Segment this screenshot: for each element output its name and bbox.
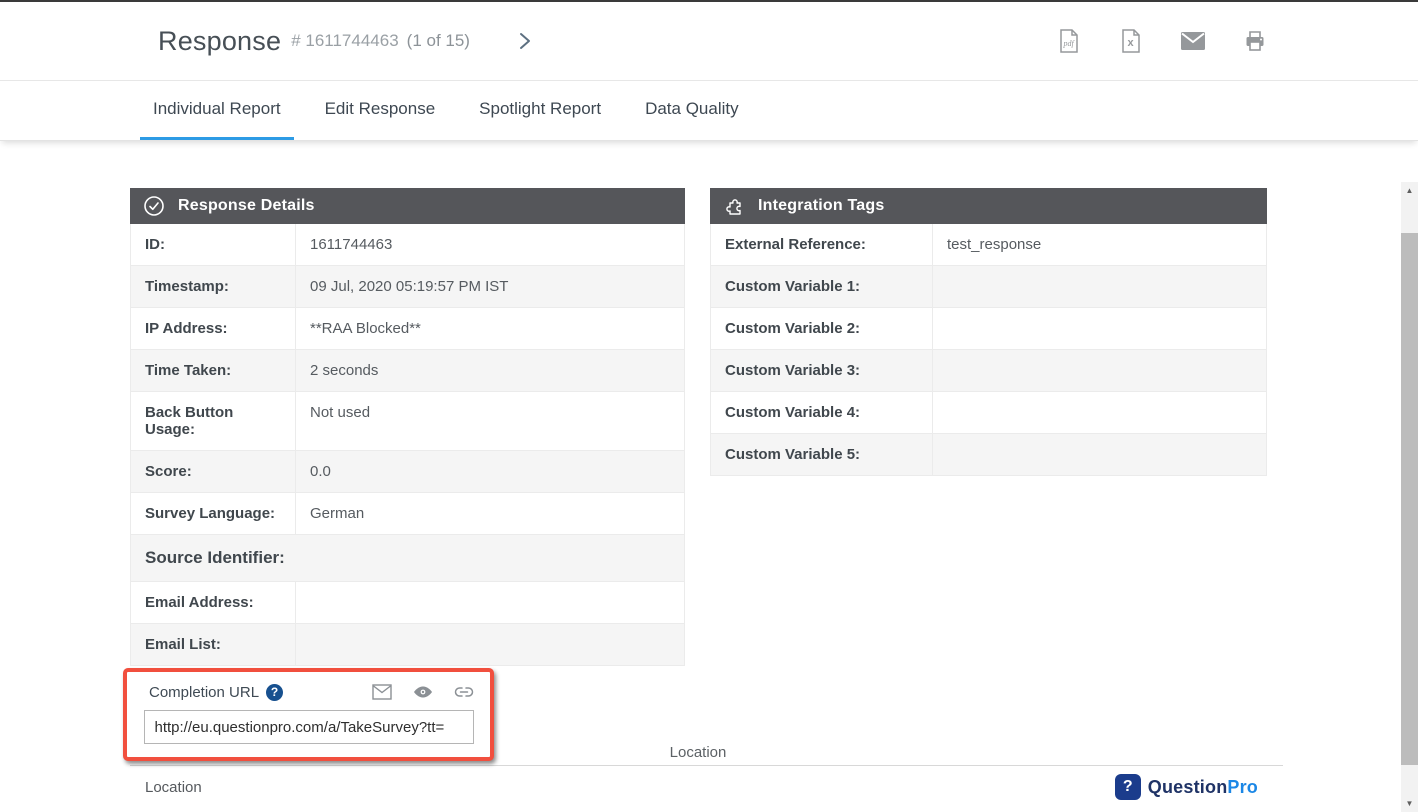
help-icon[interactable]: ?: [266, 684, 283, 701]
row-label: Score:: [131, 451, 296, 492]
row-label: IP Address:: [131, 308, 296, 349]
tab[interactable]: Data Quality: [632, 81, 752, 140]
row-value: [933, 350, 1266, 391]
brand-pro: Pro: [1227, 777, 1258, 797]
row-label: Custom Variable 3:: [711, 350, 933, 391]
row-label: Survey Language:: [131, 493, 296, 534]
table-row: Custom Variable 1:: [711, 266, 1266, 308]
export-excel-icon[interactable]: x: [1118, 28, 1144, 54]
row-label: Custom Variable 1:: [711, 266, 933, 307]
row-label: Back Button Usage:: [131, 392, 296, 450]
table-row: Timestamp: 09 Jul, 2020 05:19:57 PM IST: [131, 266, 684, 308]
row-value: German: [296, 493, 684, 534]
questionpro-mark-icon: ?: [1115, 774, 1141, 800]
table-row: Email List:: [131, 624, 684, 665]
integration-tags-card: Integration Tags External Reference: tes…: [710, 188, 1267, 476]
integration-tags-table: External Reference: test_response Custom…: [710, 224, 1267, 476]
scroll-down-button[interactable]: ▼: [1401, 795, 1418, 812]
row-value: [933, 266, 1266, 307]
table-row: Source Identifier:: [131, 535, 684, 582]
table-row: Custom Variable 3:: [711, 350, 1266, 392]
vertical-scrollbar: ▲ ▼: [1401, 182, 1418, 812]
report-tabbar: Individual Report Edit Response Spotligh…: [0, 81, 1418, 141]
table-row: ID: 1611744463: [131, 224, 684, 266]
row-label: Source Identifier:: [131, 535, 684, 581]
row-label: Custom Variable 4:: [711, 392, 933, 433]
row-label: Email Address:: [131, 582, 296, 623]
row-value: 0.0: [296, 451, 684, 492]
row-label: Custom Variable 2:: [711, 308, 933, 349]
brand-question: Question: [1148, 777, 1228, 797]
tab[interactable]: Individual Report: [140, 81, 294, 140]
tab-label: Edit Response: [325, 99, 436, 119]
table-row: Survey Language: German: [131, 493, 684, 535]
check-circle-icon: [143, 195, 165, 217]
email-icon[interactable]: [1180, 28, 1206, 54]
tab[interactable]: Edit Response: [312, 81, 449, 140]
tabs-container: Individual Report Edit Response Spotligh…: [140, 81, 752, 140]
export-pdf-icon[interactable]: pdf: [1056, 28, 1082, 54]
row-label: ID:: [131, 224, 296, 265]
row-label: Timestamp:: [131, 266, 296, 307]
completion-url-label: Completion URL: [149, 684, 259, 701]
section-divider: [130, 765, 1283, 766]
page-header: Response # 1611744463 (1 of 15) pdf x: [0, 2, 1418, 81]
copy-link-icon[interactable]: [454, 682, 474, 702]
scroll-up-button[interactable]: ▲: [1401, 182, 1418, 199]
response-details-card: Response Details ID: 1611744463 Timestam…: [130, 188, 685, 666]
table-row: Time Taken: 2 seconds: [131, 350, 684, 392]
table-row: Custom Variable 2:: [711, 308, 1266, 350]
svg-text:x: x: [1128, 37, 1135, 49]
row-label: External Reference:: [711, 224, 933, 265]
completion-url-input[interactable]: [144, 710, 474, 744]
chevron-right-icon: [518, 31, 532, 51]
row-label: Email List:: [131, 624, 296, 665]
preview-eye-icon[interactable]: [413, 682, 433, 702]
response-id: # 1611744463: [291, 31, 398, 51]
row-value: [933, 392, 1266, 433]
row-value: [296, 624, 684, 665]
row-value: [296, 582, 684, 623]
table-row: Back Button Usage: Not used: [131, 392, 684, 451]
integration-tags-title: Integration Tags: [758, 197, 884, 215]
table-row: Score: 0.0: [131, 451, 684, 493]
row-value: test_response: [933, 224, 1266, 265]
tab-label: Spotlight Report: [479, 99, 601, 119]
send-email-icon[interactable]: [372, 682, 392, 702]
integration-tags-header: Integration Tags: [710, 188, 1267, 224]
row-value: 2 seconds: [296, 350, 684, 391]
table-row: Custom Variable 4:: [711, 392, 1266, 434]
tab-label: Individual Report: [153, 99, 281, 119]
row-label: Time Taken:: [131, 350, 296, 391]
table-row: External Reference: test_response: [711, 224, 1266, 266]
questionpro-logo: ? QuestionPro: [1115, 774, 1258, 800]
response-details-header: Response Details: [130, 188, 685, 224]
window-top-border: [0, 0, 1418, 2]
location-section-title-left: Location: [145, 779, 202, 796]
row-value: 09 Jul, 2020 05:19:57 PM IST: [296, 266, 684, 307]
response-position: (1 of 15): [407, 31, 470, 51]
row-value: [933, 308, 1266, 349]
response-details-table: ID: 1611744463 Timestamp: 09 Jul, 2020 0…: [130, 224, 685, 666]
scrollbar-thumb[interactable]: [1401, 233, 1418, 765]
tab-label: Data Quality: [645, 99, 739, 119]
row-value: [933, 434, 1266, 475]
table-row: IP Address: **RAA Blocked**: [131, 308, 684, 350]
table-row: Email Address:: [131, 582, 684, 624]
page-title: Response: [158, 26, 281, 57]
next-response-button[interactable]: [518, 31, 532, 51]
row-value: **RAA Blocked**: [296, 308, 684, 349]
response-details-title: Response Details: [178, 197, 315, 215]
location-section-title: Location: [628, 744, 768, 761]
row-label: Custom Variable 5:: [711, 434, 933, 475]
print-icon[interactable]: [1242, 28, 1268, 54]
svg-text:pdf: pdf: [1063, 39, 1076, 48]
completion-url-highlight: Completion URL ?: [123, 668, 494, 761]
tab[interactable]: Spotlight Report: [466, 81, 614, 140]
table-row: Custom Variable 5:: [711, 434, 1266, 475]
row-value: 1611744463: [296, 224, 684, 265]
row-value: Not used: [296, 392, 684, 450]
puzzle-icon: [723, 195, 745, 217]
